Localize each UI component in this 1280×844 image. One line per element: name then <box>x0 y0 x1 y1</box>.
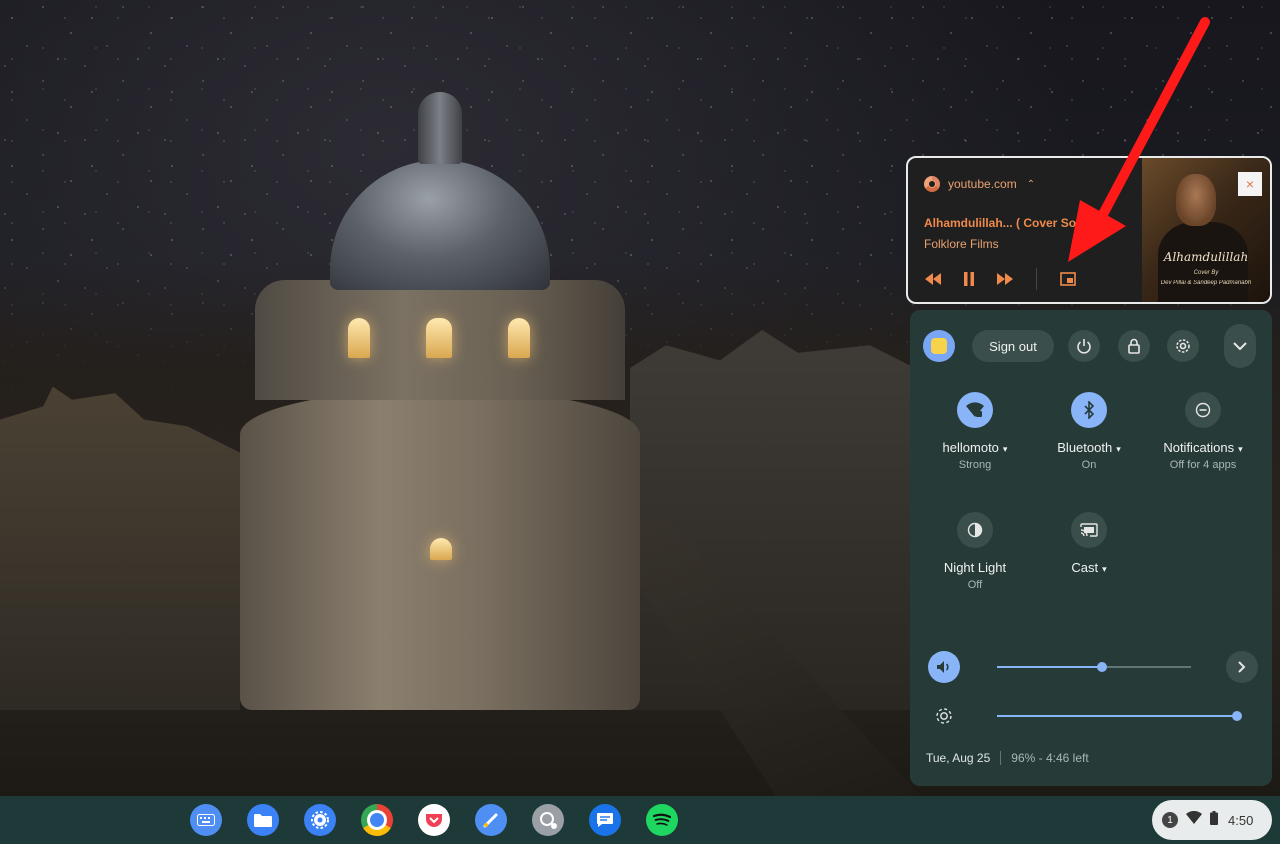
brightness-slider[interactable] <box>997 711 1242 721</box>
wifi-icon[interactable] <box>957 392 993 428</box>
volume-icon[interactable] <box>928 651 960 683</box>
chrome-icon <box>924 176 940 192</box>
wallpaper-window <box>348 318 370 358</box>
caret-down-icon[interactable]: ▾ <box>1003 444 1008 454</box>
battery-status: 96% - 4:46 left <box>1011 751 1089 765</box>
files-app-icon[interactable] <box>247 804 279 836</box>
docs-app-icon[interactable] <box>475 804 507 836</box>
volume-slider[interactable] <box>997 662 1191 672</box>
power-icon[interactable] <box>1068 330 1100 362</box>
artwork-face <box>1176 174 1216 226</box>
artwork-subtitle: Cover By <box>1193 270 1219 276</box>
date-label[interactable]: Tue, Aug 25 <box>926 751 990 765</box>
settings-app-icon[interactable] <box>304 804 336 836</box>
tile-night-light[interactable]: Night Light Off <box>920 512 1030 591</box>
tile-night-light-label: Night Light <box>943 560 1007 575</box>
user-avatar[interactable] <box>923 330 955 362</box>
sign-out-button[interactable]: Sign out <box>972 330 1054 362</box>
artwork-title: Alhamdulillah <box>1163 250 1249 264</box>
brightness-icon[interactable] <box>928 700 960 732</box>
close-icon[interactable]: × <box>1238 172 1262 196</box>
pause-icon[interactable] <box>960 270 978 288</box>
picture-in-picture-icon[interactable] <box>1059 270 1077 288</box>
media-title: Alhamdulillah... ( Cover Song ) <box>924 216 1099 230</box>
spotify-app-icon[interactable] <box>646 804 678 836</box>
tile-bluetooth-status: On <box>1081 459 1097 471</box>
tile-wifi[interactable]: hellomoto ▾ Strong <box>920 392 1030 471</box>
chrome-browser-icon[interactable] <box>361 804 393 836</box>
keyboard-app-icon[interactable] <box>190 804 222 836</box>
tile-night-light-status: Off <box>967 579 983 591</box>
notification-count-badge[interactable]: 1 <box>1162 812 1178 828</box>
tile-wifi-label: hellomoto <box>942 440 999 455</box>
cast-icon[interactable] <box>1071 512 1107 548</box>
tile-cast[interactable]: Cast ▾ <box>1034 512 1144 575</box>
assistant-app-icon[interactable] <box>532 804 564 836</box>
volume-slider-thumb[interactable] <box>1096 662 1107 672</box>
media-controls <box>924 268 1077 290</box>
brightness-slider-fill <box>997 715 1237 717</box>
status-area[interactable]: 1 4:50 <box>1152 800 1272 840</box>
volume-slider-fill <box>997 666 1102 668</box>
previous-track-icon[interactable] <box>924 270 942 288</box>
battery-icon <box>1210 810 1218 830</box>
tile-notifications-label: Notifications <box>1163 440 1235 455</box>
pocket-app-icon[interactable] <box>418 804 450 836</box>
clock: 4:50 <box>1228 812 1254 828</box>
wallpaper-window <box>508 318 530 358</box>
chevron-right-icon[interactable] <box>1226 651 1258 683</box>
wallpaper-window <box>430 538 452 560</box>
tile-notifications-status: Off for 4 apps <box>1169 459 1237 471</box>
night-light-icon[interactable] <box>957 512 993 548</box>
caret-down-icon[interactable]: ▾ <box>1238 444 1243 454</box>
wifi-status-icon <box>1186 810 1202 829</box>
wallpaper-window <box>426 318 452 358</box>
artwork-credit: Dev Pillai & Sandeep Padmanabh <box>1160 280 1252 286</box>
quick-settings-panel: Sign out hellomoto ▾ Strong Bluetooth ▾ On… <box>910 310 1272 786</box>
brightness-slider-row <box>928 700 1258 732</box>
caret-down-icon[interactable]: ▾ <box>1102 564 1107 574</box>
quick-settings-footer: Tue, Aug 25 96% - 4:46 left <box>926 751 1089 765</box>
bluetooth-icon[interactable] <box>1071 392 1107 428</box>
footer-divider <box>1000 751 1002 765</box>
caret-down-icon[interactable]: ▾ <box>1116 444 1121 454</box>
tile-notifications[interactable]: Notifications ▾ Off for 4 apps <box>1148 392 1258 471</box>
chevron-down-icon[interactable] <box>1224 324 1256 368</box>
tile-wifi-status: Strong <box>958 459 992 471</box>
volume-slider-row <box>928 651 1258 683</box>
messages-app-icon[interactable] <box>589 804 621 836</box>
chevron-up-icon[interactable]: ⌃ <box>1027 179 1035 190</box>
shelf: 1 4:50 <box>0 796 1280 844</box>
tile-cast-label: Cast <box>1071 560 1099 575</box>
media-source-label: youtube.com <box>948 177 1017 191</box>
tile-bluetooth[interactable]: Bluetooth ▾ On <box>1034 392 1144 471</box>
tile-bluetooth-label: Bluetooth <box>1057 440 1113 455</box>
media-artist: Folklore Films <box>924 237 999 251</box>
lock-icon[interactable] <box>1118 330 1150 362</box>
brightness-slider-thumb[interactable] <box>1232 711 1242 721</box>
media-notification[interactable]: youtube.com ⌃ Alhamdulillah... ( Cover S… <box>906 156 1272 304</box>
media-source[interactable]: youtube.com ⌃ <box>924 176 1035 192</box>
gear-icon[interactable] <box>1167 330 1199 362</box>
next-track-icon[interactable] <box>996 270 1014 288</box>
do-not-disturb-icon[interactable] <box>1185 392 1221 428</box>
media-controls-divider <box>1036 268 1037 290</box>
wallpaper-lantern <box>418 92 462 164</box>
